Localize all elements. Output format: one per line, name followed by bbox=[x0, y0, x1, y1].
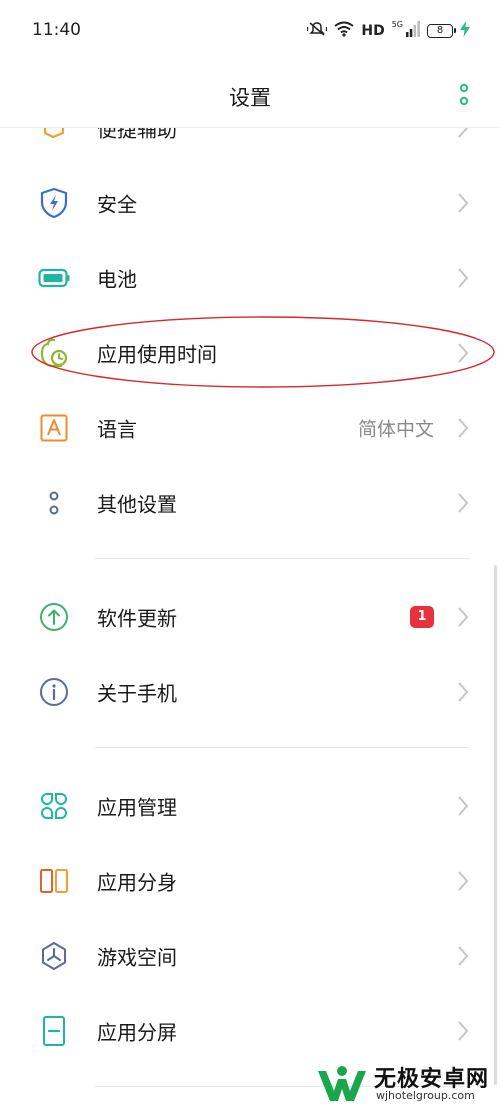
settings-item-battery[interactable]: 电池 bbox=[0, 240, 500, 315]
software-update-icon bbox=[38, 601, 70, 633]
chevron-right-icon bbox=[458, 1020, 469, 1041]
app-clone-icon bbox=[38, 865, 70, 897]
settings-item-label: 软件更新 bbox=[97, 606, 177, 630]
more-button[interactable] bbox=[454, 82, 474, 108]
language-value: 简体中文 bbox=[357, 418, 434, 440]
chevron-right-icon bbox=[458, 192, 469, 213]
status-icons: HD 5G 8 bbox=[307, 20, 470, 42]
language-icon bbox=[38, 412, 70, 444]
page-title: 设置 bbox=[229, 86, 271, 110]
settings-item-game-space[interactable]: 游戏空间 bbox=[0, 918, 500, 993]
title-bar: 设置 bbox=[0, 60, 500, 128]
game-space-icon bbox=[38, 940, 70, 972]
chevron-right-icon bbox=[458, 128, 468, 138]
settings-item-label: 关于手机 bbox=[97, 681, 177, 705]
battery-setting-icon bbox=[38, 262, 70, 294]
wifi-icon bbox=[334, 21, 354, 41]
settings-item-app-management[interactable]: 应用管理 bbox=[0, 768, 500, 843]
settings-item-label: 应用分屏 bbox=[97, 1020, 177, 1044]
update-count-badge: 1 bbox=[410, 605, 434, 628]
settings-item-label: 应用管理 bbox=[97, 795, 177, 819]
chevron-right-icon bbox=[458, 267, 469, 288]
settings-item-label: 语言 bbox=[97, 417, 137, 441]
status-time: 11:40 bbox=[32, 20, 81, 40]
settings-item-label: 电池 bbox=[97, 267, 137, 291]
charging-icon bbox=[460, 21, 470, 41]
convenience-icon bbox=[38, 128, 70, 144]
mute-vibrate-icon bbox=[307, 21, 328, 41]
shield-icon bbox=[38, 187, 70, 219]
chevron-right-icon bbox=[458, 606, 469, 627]
settings-item-split-screen[interactable]: 应用分屏 bbox=[0, 993, 500, 1068]
chevron-right-icon bbox=[458, 945, 469, 966]
settings-item-app-clone[interactable]: 应用分身 bbox=[0, 843, 500, 918]
signal-tag: 5G bbox=[391, 20, 403, 29]
chevron-right-icon bbox=[458, 795, 469, 816]
settings-item-language[interactable]: 语言 简体中文 bbox=[0, 390, 500, 465]
other-settings-icon bbox=[38, 487, 70, 519]
app-management-icon bbox=[38, 790, 70, 822]
chevron-right-icon bbox=[458, 342, 469, 363]
settings-item-label: 游戏空间 bbox=[97, 945, 177, 969]
signal-icon bbox=[406, 21, 420, 41]
settings-item-label: 安全 bbox=[97, 192, 137, 216]
chevron-right-icon bbox=[458, 417, 469, 438]
settings-item-label: 应用分身 bbox=[97, 870, 177, 894]
scrollbar[interactable] bbox=[494, 565, 497, 1085]
section-divider bbox=[95, 1086, 470, 1087]
settings-item-label: 应用使用时间 bbox=[97, 342, 217, 366]
chevron-right-icon bbox=[458, 870, 469, 891]
section-divider bbox=[95, 747, 470, 748]
settings-item-software-update[interactable]: 软件更新 1 bbox=[0, 579, 500, 654]
more-vertical-icon bbox=[459, 83, 469, 106]
settings-item-label: 便捷辅助 bbox=[97, 128, 177, 141]
settings-item-app-usage-time[interactable]: 应用使用时间 bbox=[0, 315, 500, 390]
settings-item-security[interactable]: 安全 bbox=[0, 165, 500, 240]
about-phone-icon bbox=[38, 676, 70, 708]
settings-item-label: 其他设置 bbox=[97, 492, 177, 516]
settings-item-about-phone[interactable]: 关于手机 bbox=[0, 654, 500, 729]
section-divider bbox=[95, 558, 470, 559]
chevron-right-icon bbox=[458, 681, 469, 702]
app-usage-time-icon bbox=[38, 337, 70, 369]
settings-list: 便捷辅助 安全 电池 应用使用时间 语言 简体中文 其他设置 软件更新 1 关于… bbox=[0, 128, 500, 1111]
settings-item-convenience[interactable]: 便捷辅助 bbox=[0, 128, 500, 165]
chevron-right-icon bbox=[458, 492, 469, 513]
settings-item-other-settings[interactable]: 其他设置 bbox=[0, 465, 500, 540]
hd-label: HD bbox=[361, 23, 385, 39]
battery-icon: 8 bbox=[427, 24, 456, 38]
status-bar: 11:40 HD 5G 8 bbox=[0, 0, 500, 60]
split-screen-icon bbox=[38, 1015, 70, 1047]
